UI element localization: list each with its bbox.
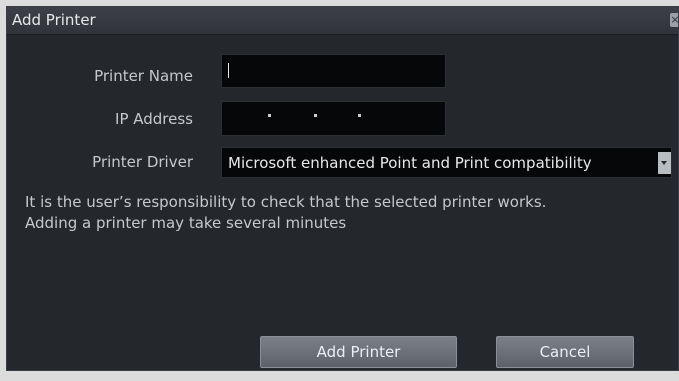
- printer-name-input[interactable]: [221, 54, 446, 88]
- ip-separator-dot: [268, 114, 271, 117]
- ip-separator-dot: [314, 114, 317, 117]
- ip-address-input[interactable]: [221, 101, 446, 136]
- info-line-2: Adding a printer may take several minute…: [25, 214, 347, 232]
- text-caret: [228, 63, 229, 78]
- ip-address-label: IP Address: [115, 110, 193, 128]
- printer-driver-label: Printer Driver: [92, 153, 193, 171]
- add-printer-button[interactable]: Add Printer: [260, 336, 457, 368]
- printer-driver-value: Microsoft enhanced Point and Print compa…: [228, 154, 592, 172]
- add-printer-dialog: Add Printer × Printer Name IP Address Pr…: [6, 6, 679, 371]
- info-text: It is the user’s responsibility to check…: [25, 192, 546, 234]
- close-icon[interactable]: ×: [670, 13, 678, 27]
- title-bar: Add Printer ×: [7, 7, 678, 35]
- ip-separator-dot: [358, 114, 361, 117]
- dialog-title: Add Printer: [12, 11, 96, 29]
- info-line-1: It is the user’s responsibility to check…: [25, 193, 547, 211]
- printer-driver-select[interactable]: Microsoft enhanced Point and Print compa…: [221, 147, 672, 178]
- printer-name-label: Printer Name: [94, 67, 193, 85]
- cancel-button[interactable]: Cancel: [496, 336, 634, 368]
- chevron-down-icon[interactable]: [658, 152, 671, 174]
